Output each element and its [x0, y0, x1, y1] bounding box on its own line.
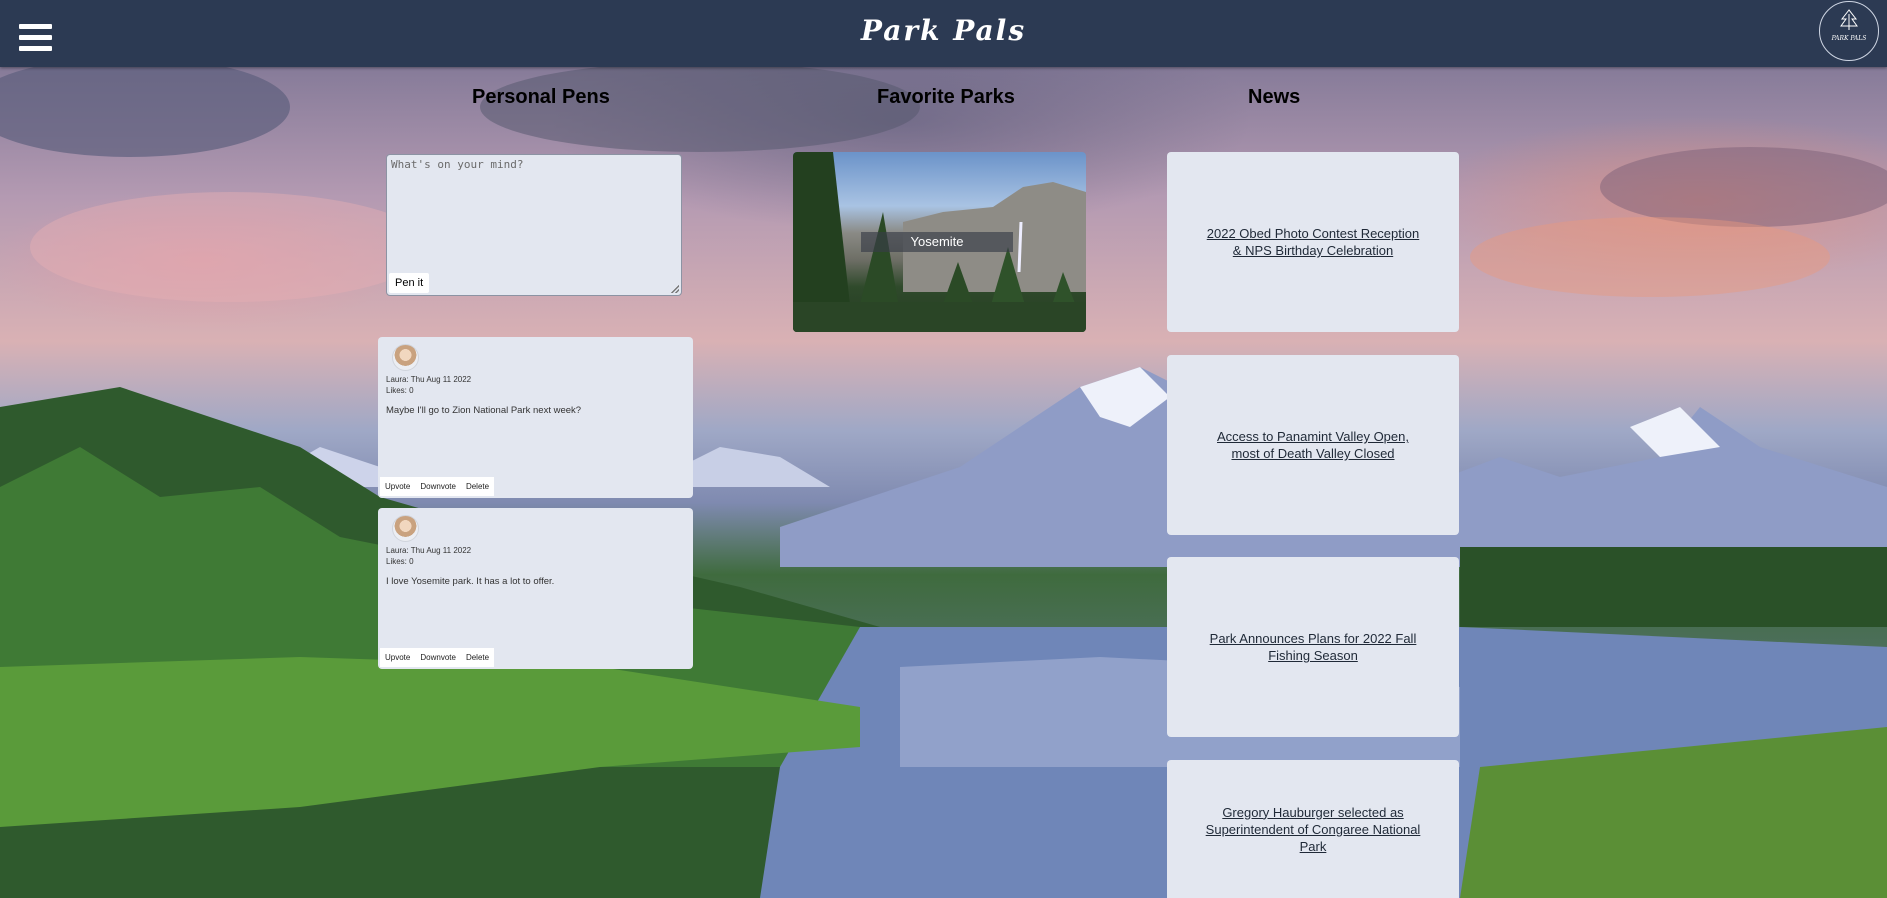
news-link[interactable]: Gregory Hauburger selected as Superinten… [1203, 804, 1423, 855]
downvote-button[interactable]: Downvote [415, 648, 461, 667]
post-meta: Laura: Thu Aug 11 2022 Likes: 0 [386, 374, 471, 396]
news-card: Access to Panamint Valley Open, most of … [1167, 355, 1459, 535]
avatar [392, 344, 419, 371]
post-body: Maybe I'll go to Zion National Park next… [386, 405, 582, 416]
news-card: 2022 Obed Photo Contest Reception & NPS … [1167, 152, 1459, 332]
news-link[interactable]: Park Announces Plans for 2022 Fall Fishi… [1203, 630, 1423, 664]
logo[interactable]: PARK PALS [1819, 1, 1879, 61]
delete-button[interactable]: Delete [460, 477, 495, 496]
post-actions: Upvote Downvote Delete [380, 477, 495, 496]
personal-pens-heading: Personal Pens [472, 86, 610, 108]
upvote-button[interactable]: Upvote [380, 477, 416, 496]
post-body: I love Yosemite park. It has a lot to of… [386, 576, 555, 587]
logo-text: PARK PALS [1831, 35, 1867, 42]
post-meta: Laura: Thu Aug 11 2022 Likes: 0 [386, 545, 471, 567]
post-author-date: Laura: Thu Aug 11 2022 [386, 546, 472, 555]
post-card: Laura: Thu Aug 11 2022 Likes: 0 Maybe I'… [378, 337, 693, 498]
news-heading: News [1248, 86, 1301, 108]
post-card: Laura: Thu Aug 11 2022 Likes: 0 I love Y… [378, 508, 693, 669]
news-link[interactable]: Access to Panamint Valley Open, most of … [1203, 428, 1423, 462]
post-likes: Likes: 0 [386, 386, 414, 395]
news-link[interactable]: 2022 Obed Photo Contest Reception & NPS … [1203, 225, 1423, 259]
top-navigation-bar: Park Pals PARK PALS [0, 0, 1887, 67]
favorite-parks-heading: Favorite Parks [877, 86, 1015, 108]
avatar [392, 515, 419, 542]
news-card: Gregory Hauburger selected as Superinten… [1167, 760, 1459, 898]
post-input[interactable] [387, 155, 681, 295]
post-likes: Likes: 0 [386, 557, 414, 566]
upvote-button[interactable]: Upvote [380, 648, 416, 667]
news-card: Park Announces Plans for 2022 Fall Fishi… [1167, 557, 1459, 737]
pen-it-button[interactable]: Pen it [389, 273, 430, 293]
park-name: Yosemite [861, 232, 1013, 252]
delete-button[interactable]: Delete [460, 648, 495, 667]
park-card-yosemite[interactable]: Yosemite [793, 152, 1086, 332]
post-composer: Pen it [386, 154, 682, 296]
post-actions: Upvote Downvote Delete [380, 648, 495, 667]
resize-handle-icon[interactable] [671, 285, 679, 293]
downvote-button[interactable]: Downvote [415, 477, 461, 496]
brand-title: Park Pals [860, 14, 1027, 47]
post-author-date: Laura: Thu Aug 11 2022 [386, 375, 472, 384]
pine-tree-icon [1840, 9, 1858, 30]
